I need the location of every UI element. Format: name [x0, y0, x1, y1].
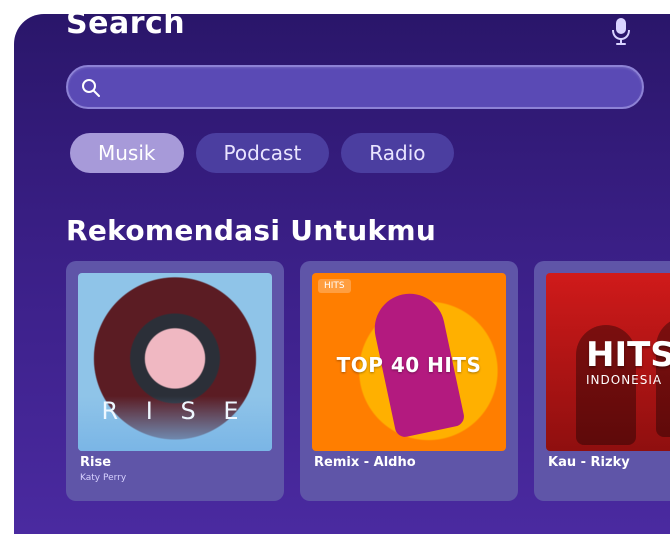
album-art: R I S E [78, 273, 272, 451]
album-art-subtext: INDONESIA [586, 373, 663, 387]
microphone-icon[interactable] [610, 16, 632, 46]
app-screen: Search Musik Podcast Radio Rekomendasi U… [14, 14, 670, 534]
album-art: HITS TOP 40 HITS [312, 273, 506, 451]
card-title: Kau - Rizky [548, 455, 630, 470]
recommendation-list: R I S E Rise Katy Perry HITS TOP 40 HITS… [66, 261, 670, 501]
search-input[interactable] [108, 73, 632, 103]
filter-chips: Musik Podcast Radio [70, 133, 454, 173]
filter-chip-podcast[interactable]: Podcast [195, 133, 330, 173]
section-title: Rekomendasi Untukmu [66, 214, 437, 247]
album-art-text: TOP 40 HITS [336, 353, 482, 377]
filter-chip-musik[interactable]: Musik [70, 133, 184, 173]
album-art-text: R I S E [101, 397, 249, 425]
search-bar[interactable] [66, 65, 644, 109]
page-title: Search [66, 14, 186, 41]
recommendation-card[interactable]: HITS INDONESIA Kau - Rizky [534, 261, 670, 501]
album-art-text: HITS [586, 335, 670, 375]
filter-chip-radio[interactable]: Radio [341, 133, 454, 173]
search-icon [80, 77, 102, 99]
album-art: HITS INDONESIA [546, 273, 670, 451]
card-subtitle: Katy Perry [80, 473, 127, 483]
album-art-tag: HITS [318, 279, 351, 293]
recommendation-card[interactable]: R I S E Rise Katy Perry [66, 261, 284, 501]
recommendation-card[interactable]: HITS TOP 40 HITS Remix - Aldho [300, 261, 518, 501]
card-title: Remix - Aldho [314, 455, 416, 470]
card-title: Rise [80, 455, 112, 470]
